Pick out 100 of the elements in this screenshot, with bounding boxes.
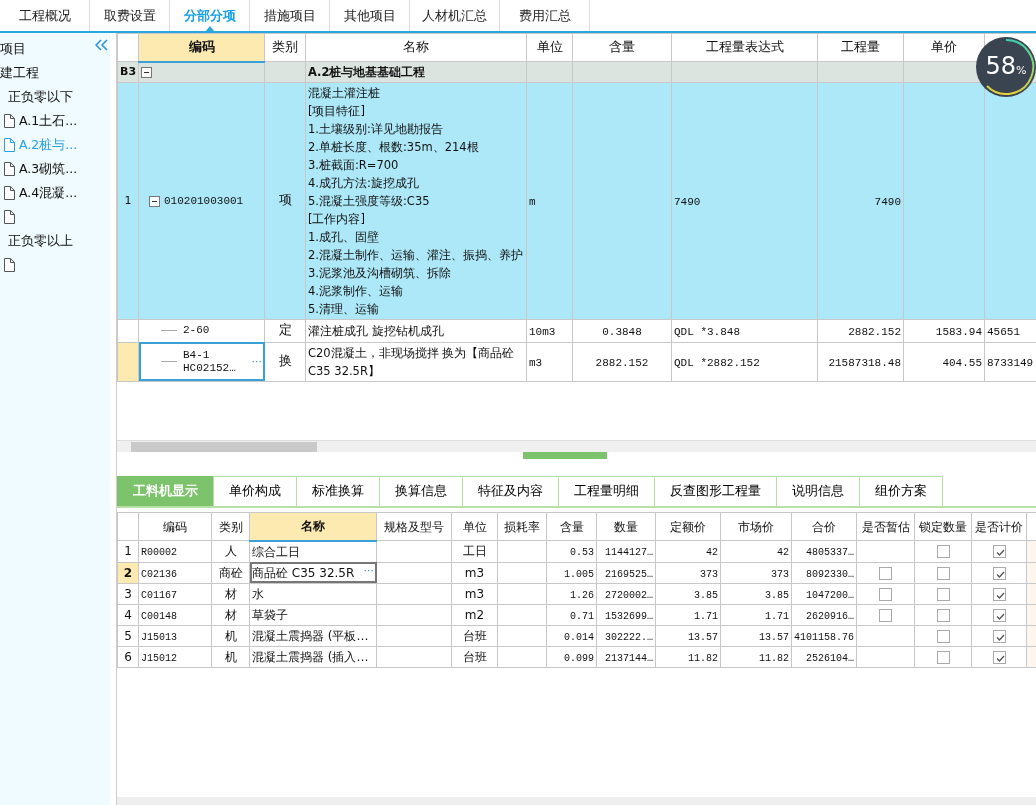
checkbox[interactable] <box>936 545 950 559</box>
unit-cell: m3 <box>464 586 485 601</box>
quantity-cell: 7490 <box>874 195 901 208</box>
unit-cell: m <box>529 195 536 208</box>
checkbox[interactable] <box>992 566 1006 580</box>
tree-item[interactable]: A.1土石... <box>19 111 78 131</box>
column-header[interactable]: 类别 <box>211 512 250 541</box>
column-header[interactable]: 定额价 <box>655 512 721 541</box>
category-cell: 换 <box>278 354 292 369</box>
column-header[interactable]: 是否计价 <box>971 512 1027 541</box>
name-cell: 混凝土震捣器 (插入… <box>252 649 369 664</box>
column-header[interactable]: 数量 <box>596 512 656 541</box>
checkbox[interactable] <box>879 608 892 622</box>
document-icon <box>4 114 15 128</box>
checkbox[interactable] <box>992 608 1006 622</box>
splitter-handle[interactable] <box>523 452 607 459</box>
category-cell: 机 <box>224 628 237 643</box>
content-cell: 1.005 <box>564 568 594 580</box>
tree-item[interactable]: A.4混凝... <box>19 183 78 203</box>
detail-tab[interactable]: 组价方案 <box>859 476 943 506</box>
market-price-cell: 42 <box>777 547 789 559</box>
code-cell: 2-60 <box>183 324 210 338</box>
quota-price-cell: 11.82 <box>688 652 718 664</box>
column-header[interactable]: 编码 <box>138 33 265 62</box>
more-button[interactable]: ··· <box>363 563 374 578</box>
checkbox[interactable] <box>936 650 950 664</box>
quantity-cell: 1144127… <box>605 547 653 559</box>
code-cell: B4-1 HC02152… <box>183 348 236 375</box>
name-cell: 混凝土震捣器 (平板… <box>252 628 369 643</box>
unit-cell: m3 <box>529 356 543 369</box>
document-icon <box>4 258 15 272</box>
column-header[interactable]: 锁定数量 <box>914 512 972 541</box>
checkbox[interactable] <box>992 650 1006 664</box>
column-header[interactable]: 市场价 <box>720 512 792 541</box>
total-cell: 8092330… <box>806 568 854 580</box>
content-cell: 1.26 <box>570 589 594 601</box>
checkbox[interactable] <box>992 545 1006 559</box>
quantity-cell: 2720002… <box>605 589 653 601</box>
checkbox[interactable] <box>936 587 950 601</box>
quantity-cell: 2882.152 <box>848 325 901 338</box>
collapse-icon[interactable] <box>95 39 108 51</box>
horizontal-scrollbar[interactable] <box>117 440 1036 452</box>
more-button[interactable]: ··· <box>251 354 262 369</box>
quota-price-cell: 3.85 <box>694 589 718 601</box>
column-header[interactable]: 规格及型号 <box>376 512 452 541</box>
name-cell: 水 <box>252 586 264 601</box>
checkbox[interactable] <box>879 566 892 580</box>
tree-item[interactable]: 项目 <box>0 39 26 59</box>
progress-badge[interactable]: 58% <box>975 36 1036 98</box>
document-icon <box>4 186 15 200</box>
code-cell: C01167 <box>141 589 177 601</box>
detail-tab[interactable]: 单价构成 <box>213 476 297 506</box>
category-cell: 定 <box>278 324 292 338</box>
market-price-cell: 373 <box>771 568 789 580</box>
collapse-toggle-icon[interactable] <box>141 66 152 78</box>
column-header[interactable]: 单价 <box>903 33 985 62</box>
checkbox[interactable] <box>992 587 1006 601</box>
checkbox[interactable] <box>936 629 950 643</box>
tree-item[interactable]: 正负零以上 <box>8 231 73 251</box>
quota-price-cell: 13.57 <box>688 631 718 643</box>
name-cell: 灌注桩成孔 旋挖钻机成孔 <box>308 323 444 338</box>
total-cell: 1047200… <box>806 589 854 601</box>
column-header[interactable]: 工程量 <box>817 33 904 62</box>
row-number: 1 <box>124 193 132 207</box>
column-header[interactable]: 含量 <box>546 512 597 541</box>
category-cell: 商砼 <box>218 565 243 580</box>
unit-cell: 台班 <box>462 649 487 664</box>
column-header[interactable]: 编码 <box>138 512 212 541</box>
expression-cell: 7490 <box>674 195 701 208</box>
column-header[interactable]: 单位 <box>451 512 498 541</box>
quantity-cell: 302222.… <box>605 631 653 643</box>
row-number: 3 <box>124 586 132 601</box>
row-number: 1 <box>124 544 132 559</box>
tree-item[interactable]: 正负零以下 <box>8 87 73 107</box>
column-header[interactable]: 含量 <box>572 33 672 62</box>
collapse-toggle-icon[interactable] <box>149 195 160 207</box>
column-header[interactable]: 损耗率 <box>497 512 547 541</box>
checkbox[interactable] <box>879 587 892 601</box>
checkbox[interactable] <box>936 608 950 622</box>
code-cell: 010201003001 <box>164 194 244 208</box>
row-number: 5 <box>124 628 132 643</box>
tree-item[interactable]: A.3砌筑... <box>19 159 78 179</box>
unit-cell: 工日 <box>462 544 487 559</box>
column-header[interactable]: 类别 <box>264 33 306 62</box>
quantity-cell: 2169525… <box>605 568 653 580</box>
column-header[interactable]: 合价 <box>791 512 857 541</box>
column-header[interactable]: 单位 <box>526 33 573 62</box>
total-cell: 2620916… <box>806 610 854 622</box>
checkbox[interactable] <box>936 566 950 580</box>
column-header[interactable]: 工程量表达式 <box>671 33 818 62</box>
column-header[interactable]: 是否暂估 <box>856 512 915 541</box>
column-header[interactable]: 名称 <box>305 33 527 62</box>
column-header[interactable]: 名称 <box>249 512 377 541</box>
horizontal-scrollbar[interactable] <box>117 797 1036 805</box>
code-cell: J15013 <box>141 631 177 643</box>
unit-cell: m2 <box>464 607 485 622</box>
checkbox[interactable] <box>992 629 1006 643</box>
unit-cell: 台班 <box>462 628 487 643</box>
row-number: 6 <box>124 649 132 664</box>
tree-item[interactable]: 建工程 <box>0 63 39 83</box>
